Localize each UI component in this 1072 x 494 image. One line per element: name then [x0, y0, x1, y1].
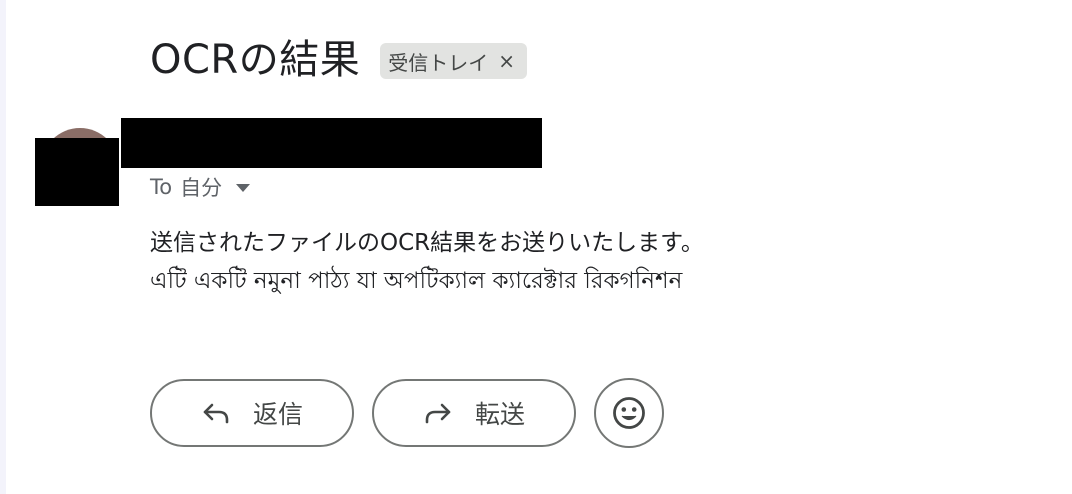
email-view: OCRの結果 受信トレイ × To 自分 送信されたファイルのOCR結果をお送り… — [0, 0, 1072, 494]
recipient-row: To 自分 — [150, 172, 251, 202]
label-chip-inbox[interactable]: 受信トレイ × — [380, 43, 527, 79]
sender-name-redaction — [121, 118, 542, 168]
forward-label: 転送 — [474, 400, 525, 429]
reply-button[interactable]: 返信 — [150, 379, 354, 447]
email-subject: OCRの結果 — [150, 37, 361, 83]
body-line-2: এটি একটি নমুনা পাঠ্য যা অপটিক্যাল ক্যারে… — [150, 268, 683, 294]
emoji-icon — [613, 397, 645, 429]
reply-icon — [203, 403, 229, 424]
subject-row: OCRの結果 受信トレイ × — [150, 30, 527, 90]
recipient-name: 自分 — [180, 176, 223, 200]
sender-avatar[interactable] — [35, 128, 119, 208]
recipient-prefix: To — [150, 175, 173, 199]
left-edge-strip — [0, 0, 6, 494]
email-body: 送信されたファイルのOCR結果をお送りいたします。 এটি একটি নমুনা… — [150, 224, 704, 300]
chevron-down-icon[interactable] — [236, 184, 251, 192]
label-chip-text: 受信トレイ — [388, 50, 489, 75]
forward-button[interactable]: 転送 — [372, 379, 576, 447]
forward-icon — [425, 403, 451, 424]
reply-label: 返信 — [252, 400, 303, 429]
body-line-1: 送信されたファイルのOCR結果をお送りいたします。 — [150, 230, 704, 256]
emoji-reaction-button[interactable] — [594, 378, 664, 448]
remove-label-button[interactable]: × — [498, 49, 515, 73]
email-actions: 返信 転送 — [150, 378, 664, 448]
avatar-redaction — [35, 138, 119, 206]
